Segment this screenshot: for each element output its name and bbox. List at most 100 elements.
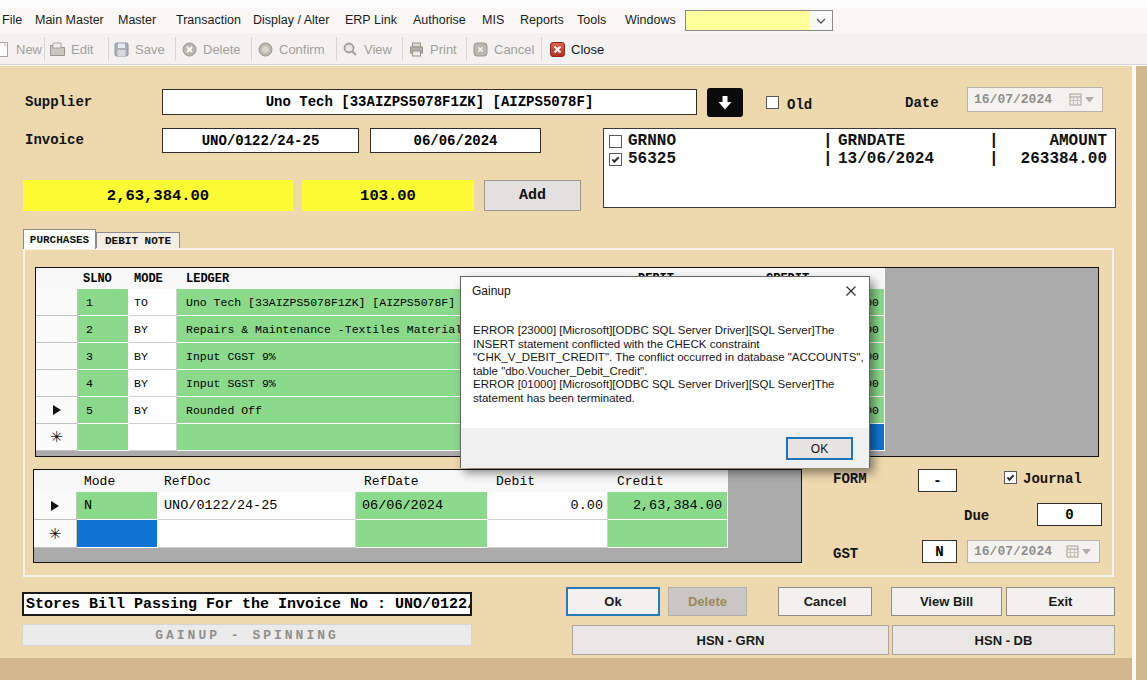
toolbar-cancel-button[interactable]: Cancel (472, 38, 534, 60)
error-dialog: Gainup ERROR [23000] [Microsoft][ODBC SQ… (460, 276, 870, 468)
grn-sep-1: | (823, 132, 833, 150)
gst-value-input[interactable]: N (922, 540, 957, 563)
window-right-border (1136, 66, 1147, 680)
supplier-label: Supplier (25, 94, 92, 110)
window-title-strip (0, 0, 1147, 8)
application-window: File Main Master Master Transaction Disp… (0, 0, 1147, 680)
total-amount-field[interactable]: 2,63,384.00 (23, 180, 293, 211)
new-row-icon: ✳ (49, 525, 62, 543)
invoice-date-input[interactable]: 06/06/2024 (370, 128, 541, 153)
toolbar-save-label: Save (135, 42, 165, 57)
toolbar: New Edit Save Delete Confirm View Print (0, 33, 1147, 65)
toolbar-new-label: New (16, 42, 42, 57)
dialog-footer: OK (461, 428, 869, 468)
cancel-icon (472, 41, 489, 58)
delete-icon (181, 41, 198, 58)
window-search-combobox[interactable] (685, 10, 833, 31)
menu-display-alter[interactable]: Display / Alter (253, 8, 329, 33)
dialog-close-button[interactable] (843, 283, 859, 299)
tab-purchases[interactable]: PURCHASES (23, 229, 96, 249)
view-magnifier-icon (342, 41, 359, 58)
grn-col-date: GRNDATE (838, 132, 905, 150)
toolbar-edit-button[interactable]: Edit (49, 38, 93, 60)
invoice-number-input[interactable]: UNO/0122/24-25 (162, 128, 359, 153)
col-refdate: RefDate (356, 474, 488, 489)
toolbar-close-label: Close (571, 42, 604, 57)
reference-row-1[interactable]: N UNO/0122/24-25 06/06/2024 0.00 2,63,38… (34, 492, 728, 520)
view-bill-button[interactable]: View Bill (891, 587, 1002, 616)
edit-folder-icon (49, 41, 66, 58)
print-icon (408, 41, 425, 58)
menu-reports[interactable]: Reports (520, 8, 564, 33)
due-input[interactable]: 0 (1037, 503, 1102, 526)
toolbar-confirm-label: Confirm (279, 42, 325, 57)
grn-list-panel[interactable]: GRNNO | GRNDATE | AMOUNT 56325 | 13/06/2… (603, 128, 1116, 208)
current-row-icon (51, 501, 59, 511)
journal-label: Journal (1023, 471, 1082, 487)
hsn-grn-button[interactable]: HSN - GRN (572, 625, 889, 655)
toolbar-delete-label: Delete (203, 42, 241, 57)
old-label: Old (787, 97, 812, 113)
reference-new-row[interactable]: ✳ (34, 520, 728, 548)
menu-master[interactable]: Master (118, 8, 156, 33)
col-ref-mode: Mode (77, 474, 158, 489)
grn-col-amount: AMOUNT (1049, 132, 1107, 150)
save-floppy-icon (113, 41, 130, 58)
dialog-message: ERROR [23000] [Microsoft][ODBC SQL Serve… (473, 324, 864, 405)
gst-date-input[interactable]: 16/07/2024 (967, 540, 1100, 563)
menu-main-master[interactable]: Main Master (35, 8, 104, 33)
toolbar-view-button[interactable]: View (342, 38, 392, 60)
reference-grid[interactable]: Mode RefDoc RefDate Debit Credit N UNO/0… (33, 469, 802, 563)
ok-button[interactable]: Ok (566, 587, 660, 616)
col-refdoc: RefDoc (158, 474, 356, 489)
hsn-db-button[interactable]: HSN - DB (892, 625, 1115, 655)
chevron-down-icon[interactable] (810, 11, 832, 30)
calendar-icon (1066, 545, 1091, 558)
menu-windows[interactable]: Windows (625, 8, 676, 33)
menu-tools[interactable]: Tools (577, 8, 606, 33)
journal-checkbox[interactable] (1004, 471, 1017, 484)
grn-header-checkbox[interactable] (609, 135, 622, 148)
brand-banner: GAINUP - SPINNING (22, 624, 472, 646)
col-ref-credit: Credit (608, 474, 728, 489)
grn-row-checkbox[interactable] (609, 153, 622, 166)
stores-bill-text[interactable]: Stores Bill Passing For the Invoice No :… (22, 592, 472, 616)
supplier-input[interactable]: Uno Tech [33AIZPS5078F1ZK] [AIZPS5078F] (162, 89, 697, 115)
cancel-button[interactable]: Cancel (778, 587, 872, 616)
grn-sep-2: | (989, 132, 999, 150)
toolbar-delete-button[interactable]: Delete (181, 38, 241, 60)
supplier-lookup-button[interactable] (707, 88, 743, 117)
tab-debit-note[interactable]: DEBIT NOTE (96, 232, 180, 249)
close-icon (549, 41, 566, 58)
date-label: Date (905, 95, 939, 111)
toolbar-save-button[interactable]: Save (113, 38, 165, 60)
toolbar-edit-label: Edit (71, 42, 93, 57)
menu-mis[interactable]: MIS (482, 8, 504, 33)
add-button[interactable]: Add (484, 180, 581, 211)
exit-button[interactable]: Exit (1006, 587, 1115, 616)
toolbar-print-button[interactable]: Print (408, 38, 457, 60)
calendar-icon (1069, 93, 1094, 106)
toolbar-confirm-button[interactable]: Confirm (257, 38, 325, 60)
menu-transaction[interactable]: Transaction (176, 8, 241, 33)
menu-bar: File Main Master Master Transaction Disp… (0, 8, 1147, 33)
invoice-label: Invoice (25, 132, 84, 148)
toolbar-close-button[interactable]: Close (549, 38, 604, 60)
menu-erp-link[interactable]: ERP Link (345, 8, 397, 33)
menu-authorise[interactable]: Authorise (413, 8, 466, 33)
dialog-ok-button[interactable]: OK (786, 437, 853, 460)
date-input[interactable]: 16/07/2024 (967, 87, 1103, 112)
old-checkbox[interactable] (766, 96, 779, 109)
reference-grid-header: Mode RefDoc RefDate Debit Credit (34, 470, 728, 492)
confirm-icon (257, 41, 274, 58)
toolbar-new-button[interactable]: New (0, 38, 42, 60)
col-slno: SLNO (78, 272, 129, 286)
toolbar-cancel-label: Cancel (494, 42, 534, 57)
window-bottom-border (0, 658, 1132, 680)
form-value-input[interactable]: - (918, 469, 957, 492)
due-label: Due (964, 508, 989, 524)
toolbar-view-label: View (364, 42, 392, 57)
tax-amount-field[interactable]: 103.00 (302, 180, 474, 211)
delete-button[interactable]: Delete (668, 587, 747, 616)
menu-file[interactable]: File (2, 8, 22, 33)
